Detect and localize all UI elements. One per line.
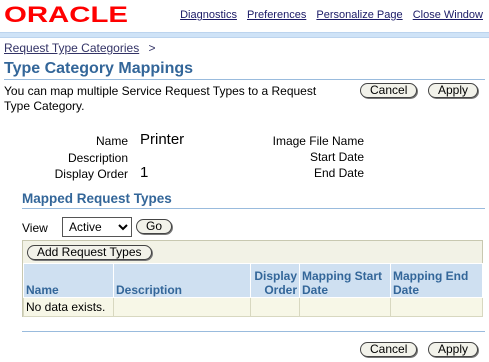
cancel-button-bottom[interactable]: Cancel [360, 342, 418, 357]
preferences-link[interactable]: Preferences [247, 9, 306, 21]
column-header-description: Description [113, 263, 251, 298]
apply-button-bottom[interactable]: Apply [428, 342, 479, 357]
table-cell [250, 297, 300, 317]
personalize-page-link[interactable]: Personalize Page [316, 9, 402, 21]
header-divider [0, 32, 489, 38]
start-date-label: Start Date [309, 150, 364, 164]
breadcrumb: Request Type Categories > [4, 41, 156, 55]
table-cell [390, 297, 483, 317]
column-header-mapping-start-date: Mapping Start Date [299, 263, 391, 298]
view-label: View [22, 221, 48, 235]
description-label: Description [67, 151, 128, 165]
mapped-request-types-table: Add Request Types Name Description Displ… [22, 240, 483, 317]
table-cell [113, 297, 251, 317]
title-divider [4, 79, 485, 80]
empty-table-message: No data exists. [23, 297, 114, 317]
results-table: Name Description Display Order Mapping S… [23, 263, 483, 317]
instruction-text: You can map multiple Service Request Typ… [4, 84, 317, 113]
close-window-link[interactable]: Close Window [413, 9, 483, 21]
table-header-row: Name Description Display Order Mapping S… [23, 263, 483, 298]
column-header-mapping-end-date: Mapping End Date [390, 263, 483, 298]
add-request-types-button[interactable]: Add Request Types [27, 245, 152, 260]
display-order-label: Display Order [54, 167, 128, 181]
subtitle-divider [22, 208, 485, 209]
name-label: Name [95, 134, 128, 148]
table-cell [299, 297, 391, 317]
global-links: Diagnostics Preferences Personalize Page… [173, 9, 483, 21]
column-header-name: Name [23, 263, 114, 298]
page-title: Type Category Mappings [4, 60, 194, 77]
breadcrumb-separator: > [148, 41, 156, 55]
svg-text:ORACLE: ORACLE [4, 2, 128, 26]
mapped-request-types-title: Mapped Request Types [22, 191, 172, 206]
go-button[interactable]: Go [136, 219, 173, 234]
image-file-name-label: Image File Name [272, 134, 364, 148]
table-row: No data exists. [23, 297, 483, 317]
oracle-logo: ORACLE [4, 2, 128, 26]
diagnostics-link[interactable]: Diagnostics [180, 9, 237, 21]
cancel-button-top[interactable]: Cancel [360, 83, 418, 98]
footer-divider [22, 331, 485, 332]
display-order-value: 1 [140, 164, 149, 181]
column-header-display-order: Display Order [250, 263, 300, 298]
name-value: Printer [140, 131, 185, 148]
end-date-label: End Date [313, 166, 364, 180]
apply-button-top[interactable]: Apply [428, 83, 479, 98]
view-select[interactable]: Active [62, 217, 132, 237]
breadcrumb-request-type-categories[interactable]: Request Type Categories [4, 41, 139, 55]
